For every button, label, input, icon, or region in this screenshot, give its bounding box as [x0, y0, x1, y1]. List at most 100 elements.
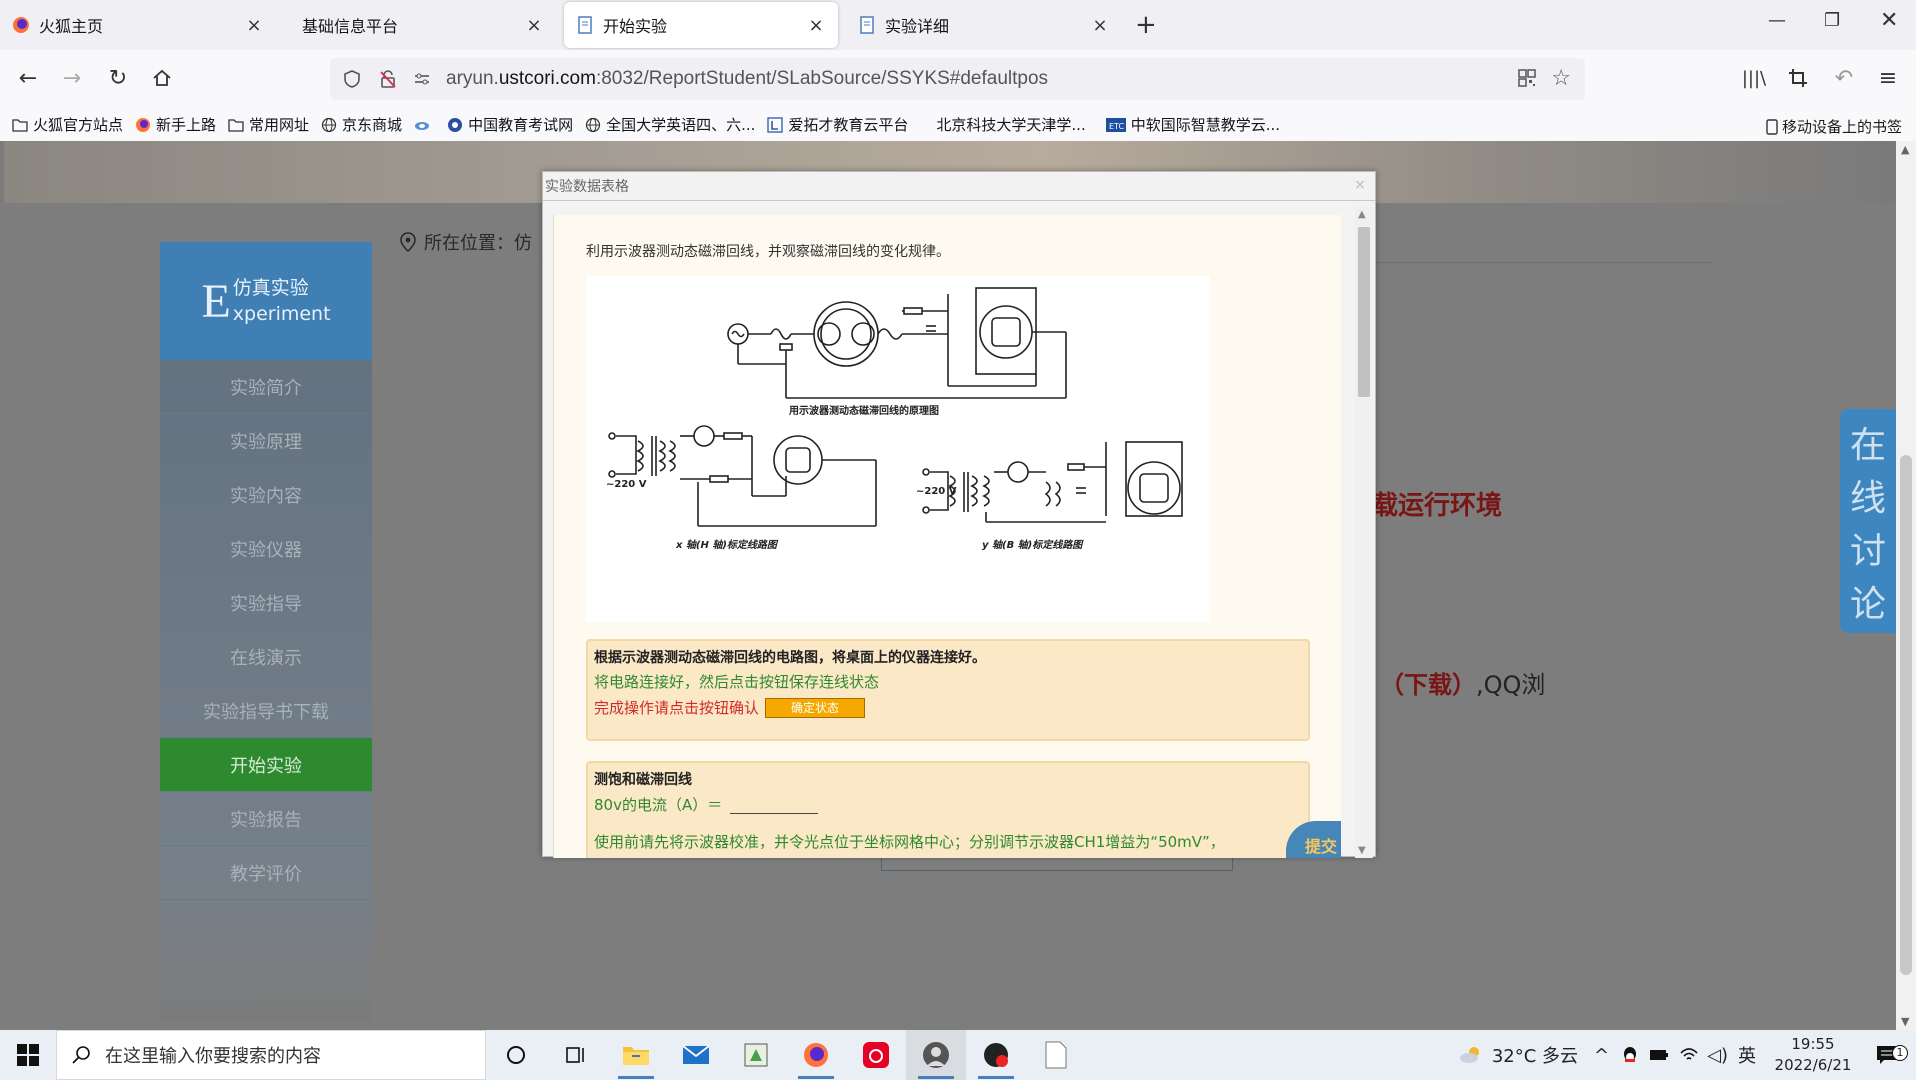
sidebar-item-content[interactable]: 实验内容: [160, 468, 372, 522]
breadcrumb: 所在位置：仿: [400, 229, 532, 255]
wifi-icon[interactable]: [1679, 1046, 1699, 1064]
sidebar-item-guide[interactable]: 实验指导: [160, 576, 372, 630]
taskbar-netease-music[interactable]: [846, 1030, 906, 1080]
current-input[interactable]: [730, 796, 819, 814]
download-notice-2: （下载）,QQ浏: [1380, 665, 1545, 700]
bookmark-item[interactable]: 全国大学英语四、六...: [585, 114, 755, 135]
home-button[interactable]: [148, 64, 176, 92]
cortana-button[interactable]: [486, 1030, 546, 1080]
bookmark-item[interactable]: [414, 117, 435, 133]
bookmark-item[interactable]: 北京科技大学天津学...: [936, 114, 1085, 135]
start-button[interactable]: [0, 1030, 56, 1080]
tab-experiment-detail[interactable]: 实验详细 ×: [846, 2, 1122, 48]
sidebar-item-report[interactable]: 实验报告: [160, 792, 372, 846]
taskbar-file-explorer[interactable]: [606, 1030, 666, 1080]
close-icon[interactable]: ×: [806, 15, 826, 36]
bookmark-item[interactable]: 常用网址: [228, 114, 309, 135]
bookmark-label: 中软国际智慧教学云...: [1130, 116, 1281, 134]
taskbar-search[interactable]: 在这里输入你要搜索的内容: [56, 1030, 486, 1080]
sidebar-item-evaluation[interactable]: 教学评价: [160, 846, 372, 900]
task-view-button[interactable]: [546, 1030, 606, 1080]
voltage-label-right: ~220 V: [916, 486, 957, 497]
library-icon[interactable]: |||\: [1740, 64, 1768, 92]
measurement-panel: 测饱和磁滞回线 80v的电流（A）＝ 使用前请先将示波器校准，并令光点位于坐标网…: [586, 761, 1310, 858]
taskbar-blank-document[interactable]: [1026, 1030, 1086, 1080]
scroll-up-icon[interactable]: ▲: [1358, 209, 1366, 220]
weather-text[interactable]: 32°C 多云: [1492, 1042, 1578, 1068]
sidebar-item-instruments[interactable]: 实验仪器: [160, 522, 372, 576]
bookmark-item[interactable]: 新手上路: [135, 114, 216, 135]
bookmark-item[interactable]: ETC 中软国际智慧教学云...: [1105, 114, 1281, 135]
url-bar[interactable]: aryun.ustcori.com:8032/ReportStudent/SLa…: [330, 58, 1585, 100]
tray-expand-icon[interactable]: ^: [1594, 1045, 1609, 1066]
bookmark-item[interactable]: 京东商城: [321, 114, 402, 135]
close-window-button[interactable]: ✕: [1880, 8, 1898, 33]
new-tab-button[interactable]: +: [1135, 10, 1157, 40]
undo-icon[interactable]: ↶: [1830, 64, 1858, 92]
sidebar-item-download[interactable]: 实验指导书下载: [160, 684, 372, 738]
sidebar-item-intro[interactable]: 实验简介: [160, 360, 372, 414]
taskbar-mail[interactable]: [666, 1030, 726, 1080]
close-icon[interactable]: ×: [524, 15, 544, 36]
back-button[interactable]: ←: [14, 64, 42, 92]
qq-icon[interactable]: [1621, 1045, 1639, 1065]
taskbar-app-lab[interactable]: [726, 1030, 786, 1080]
minimize-button[interactable]: —: [1768, 10, 1786, 31]
weather-cloud-icon: [1459, 1047, 1479, 1063]
permissions-icon[interactable]: [412, 69, 432, 89]
screenshot-icon[interactable]: [1784, 64, 1812, 92]
url-host: ustcori.com: [498, 68, 596, 89]
battery-icon[interactable]: [1649, 1048, 1669, 1062]
scroll-down-icon[interactable]: ▼: [1901, 1015, 1909, 1028]
bookmark-item[interactable]: 火狐官方站点: [12, 114, 123, 135]
page-icon: [578, 16, 592, 34]
nav-toolbar: ← → ↻ aryun.ustcori.com:8032/ReportStude…: [0, 50, 1916, 108]
ime-indicator[interactable]: 英: [1738, 1042, 1756, 1068]
taskbar-app-recorder[interactable]: [966, 1030, 1026, 1080]
page-icon: [860, 16, 874, 34]
taskbar-app-avatar[interactable]: [906, 1030, 966, 1080]
volume-icon[interactable]: ◁): [1707, 1045, 1728, 1066]
taskbar-firefox[interactable]: [786, 1030, 846, 1080]
notification-center-button[interactable]: 1: [1858, 1045, 1916, 1065]
reload-button[interactable]: ↻: [104, 64, 132, 92]
qr-code-icon[interactable]: [1517, 68, 1537, 92]
mobile-bookmarks[interactable]: 移动设备上的书签: [1766, 116, 1902, 137]
calibration-note: 使用前请先将示波器校准，并令光点位于坐标网格中心；分别调节示波器CH1增益为“5…: [594, 833, 1225, 851]
diagram-caption-right: y 轴(B 轴)标定线路图: [982, 539, 1084, 551]
scroll-up-icon[interactable]: ▲: [1901, 143, 1909, 156]
close-icon[interactable]: ×: [1090, 15, 1110, 36]
page-scroll-thumb[interactable]: [1900, 455, 1912, 975]
sidebar-item-principle[interactable]: 实验原理: [160, 414, 372, 468]
url-text[interactable]: aryun.ustcori.com:8032/ReportStudent/SLa…: [446, 68, 1048, 90]
taskbar-clock[interactable]: 19:55 2022/6/21: [1768, 1034, 1858, 1076]
bookmark-star-icon[interactable]: ☆: [1551, 66, 1571, 91]
sidebar-item-label: 实验原理: [230, 431, 302, 453]
scroll-down-icon[interactable]: ▼: [1358, 845, 1366, 856]
tab-start-experiment[interactable]: 开始实验 ×: [564, 2, 838, 48]
dialog-close-button[interactable]: ×: [1351, 177, 1369, 195]
scroll-thumb[interactable]: [1358, 227, 1370, 397]
bookmark-item[interactable]: 中国教育考试网: [447, 114, 573, 135]
tab-info-platform[interactable]: 基础信息平台 ×: [276, 2, 556, 48]
dialog-title-bar[interactable]: 实验数据表格: [543, 172, 1375, 201]
circuit-diagram: 用示波器测动态磁滞回线的原理图 ~220 V ~220 V x 轴(H 轴)标定…: [586, 276, 1210, 622]
online-discussion-tab[interactable]: 在 线 讨 论: [1840, 409, 1896, 633]
close-icon[interactable]: ×: [244, 15, 264, 36]
tab-firefox-home[interactable]: 火狐主页 ×: [0, 2, 276, 48]
sidebar-item-demo[interactable]: 在线演示: [160, 630, 372, 684]
shield-icon[interactable]: [342, 69, 362, 89]
restore-button[interactable]: ❐: [1824, 10, 1840, 31]
download-link[interactable]: （下载）: [1380, 671, 1476, 699]
forward-button[interactable]: →: [58, 64, 86, 92]
insecure-lock-icon[interactable]: [378, 69, 398, 89]
bookmark-item[interactable]: 爱拓才教育云平台: [767, 114, 908, 135]
confirm-state-button[interactable]: 确定状态: [765, 698, 866, 718]
dialog-scrollbar[interactable]: ▲ ▼: [1355, 207, 1373, 858]
sidebar-logo: E 仿真实验 xperiment: [160, 242, 372, 360]
menu-icon[interactable]: ≡: [1874, 64, 1902, 92]
clock-time: 19:55: [1791, 1035, 1835, 1053]
breadcrumb-label: 所在位置：仿: [424, 233, 532, 254]
page-scrollbar[interactable]: ▲ ▼: [1896, 141, 1916, 1030]
sidebar-item-start[interactable]: 开始实验: [160, 738, 372, 792]
